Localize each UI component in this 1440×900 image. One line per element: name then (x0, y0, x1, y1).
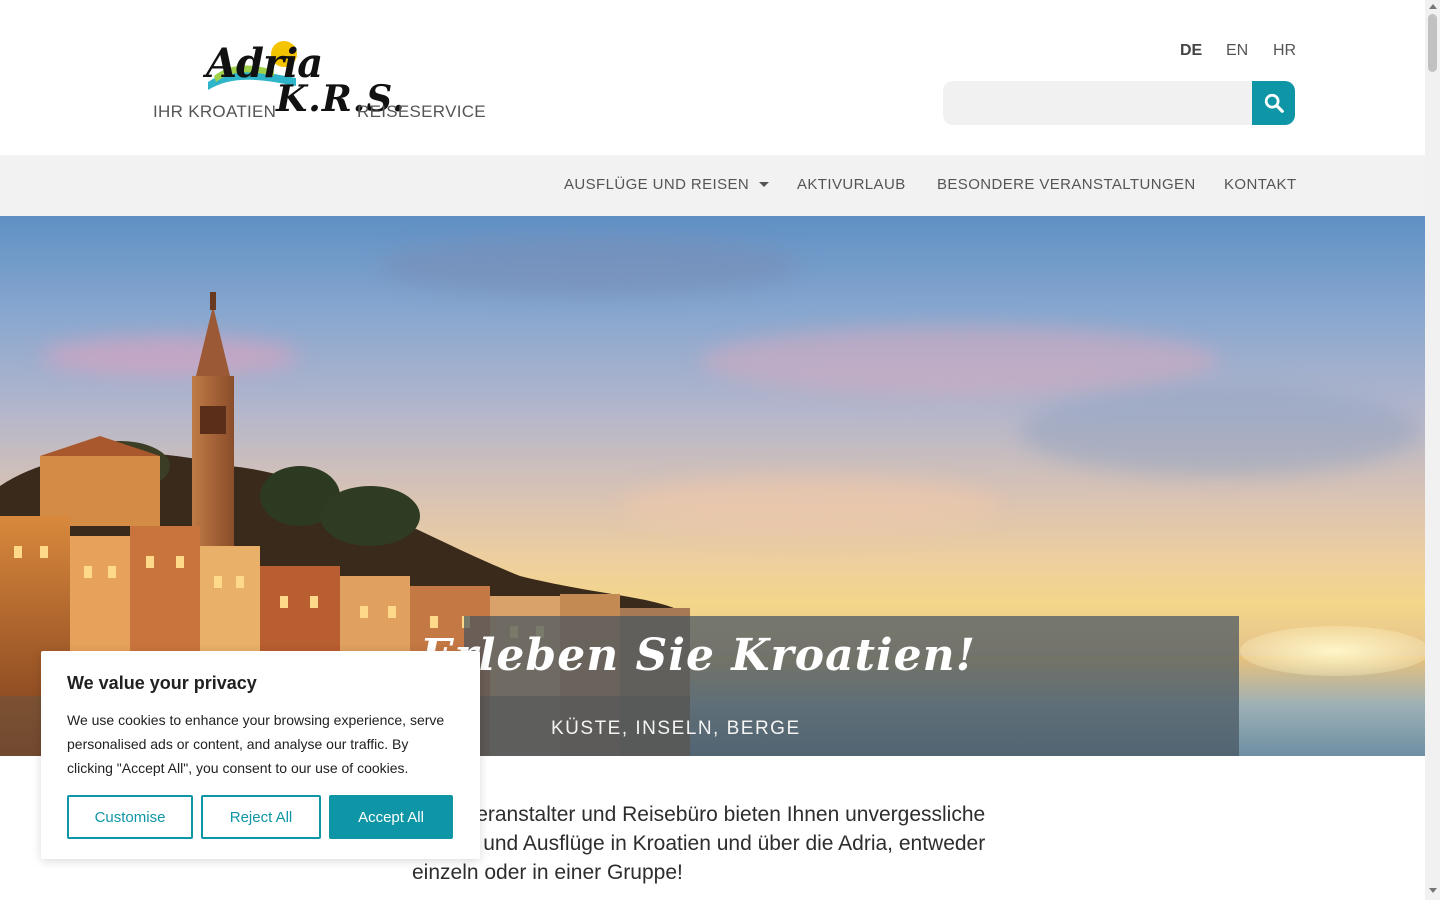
hero-title: Erleben Sie Kroatien! (420, 630, 976, 681)
nav-item-label: AUSFLÜGE UND REISEN (564, 176, 750, 193)
cookie-button-row: Customise Reject All Accept All (67, 795, 453, 839)
search-form (943, 81, 1295, 125)
reject-all-button[interactable]: Reject All (201, 795, 321, 839)
nav-item-aktivurlaub[interactable]: AKTIVURLAUB (797, 176, 906, 193)
lang-de-link[interactable]: DE (1180, 42, 1202, 60)
scroll-up-arrow-icon[interactable] (1429, 4, 1437, 9)
site-logo[interactable]: Adria K.R.S. IHR KROATIEN REISESERVICE (150, 36, 486, 131)
nav-item-label: AKTIVURLAUB (797, 176, 906, 193)
search-icon (1264, 93, 1284, 113)
nav-item-besondere-veranstaltungen[interactable]: BESONDERE VERANSTALTUNGEN (937, 176, 1196, 193)
main-nav: AUSFLÜGE UND REISEN AKTIVURLAUB BESONDER… (0, 155, 1425, 216)
cookie-consent-banner: We value your privacy We use cookies to … (41, 651, 480, 859)
scrollbar-thumb[interactable] (1428, 14, 1437, 72)
hero-subtitle: KÜSTE, INSELN, BERGE (551, 718, 801, 739)
nav-item-label: KONTAKT (1224, 176, 1297, 193)
lang-en-link[interactable]: EN (1226, 42, 1248, 60)
accept-all-button[interactable]: Accept All (329, 795, 453, 839)
caret-down-icon (759, 182, 770, 187)
search-input[interactable] (943, 81, 1253, 125)
site-header: Adria K.R.S. IHR KROATIEN REISESERVICE D… (0, 0, 1425, 155)
page-scrollbar[interactable] (1425, 0, 1440, 900)
cookie-text: We use cookies to enhance your browsing … (67, 712, 445, 776)
customise-button[interactable]: Customise (67, 795, 193, 839)
logo-tagline-right: REISESERVICE (357, 102, 486, 121)
scroll-down-arrow-icon[interactable] (1429, 888, 1437, 893)
nav-item-kontakt[interactable]: KONTAKT (1224, 176, 1297, 193)
intro-text: Reiseveranstalter und Reisebüro bieten I… (412, 803, 986, 884)
lang-hr-link[interactable]: HR (1273, 42, 1296, 60)
nav-item-ausfluege-und-reisen[interactable]: AUSFLÜGE UND REISEN (564, 176, 770, 193)
logo-tagline-left: IHR KROATIEN (153, 102, 277, 121)
nav-item-label: BESONDERE VERANSTALTUNGEN (937, 176, 1196, 193)
search-button[interactable] (1252, 81, 1295, 125)
cookie-title: We value your privacy (67, 673, 257, 693)
